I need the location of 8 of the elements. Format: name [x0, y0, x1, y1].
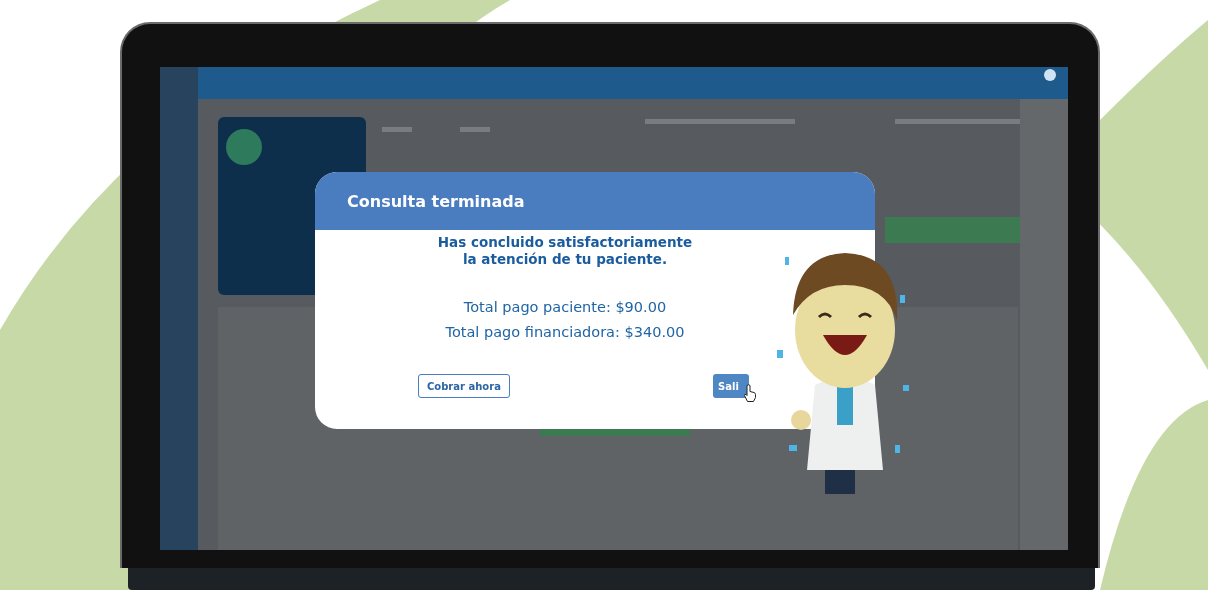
dialog-title: Consulta terminada — [347, 191, 525, 211]
success-message: la atención de tu paciente. — [462, 251, 668, 268]
success-message: Has concluido satisfactoriamente — [437, 234, 693, 251]
exit-button[interactable]: Sali — [713, 374, 749, 398]
payment-total: Total pago financiadora: $340.00 — [445, 323, 685, 341]
charge-now-button[interactable]: Cobrar ahora — [418, 374, 510, 398]
payment-total: Total pago paciente: $90.00 — [463, 298, 667, 316]
hand-cursor-icon — [744, 384, 756, 402]
